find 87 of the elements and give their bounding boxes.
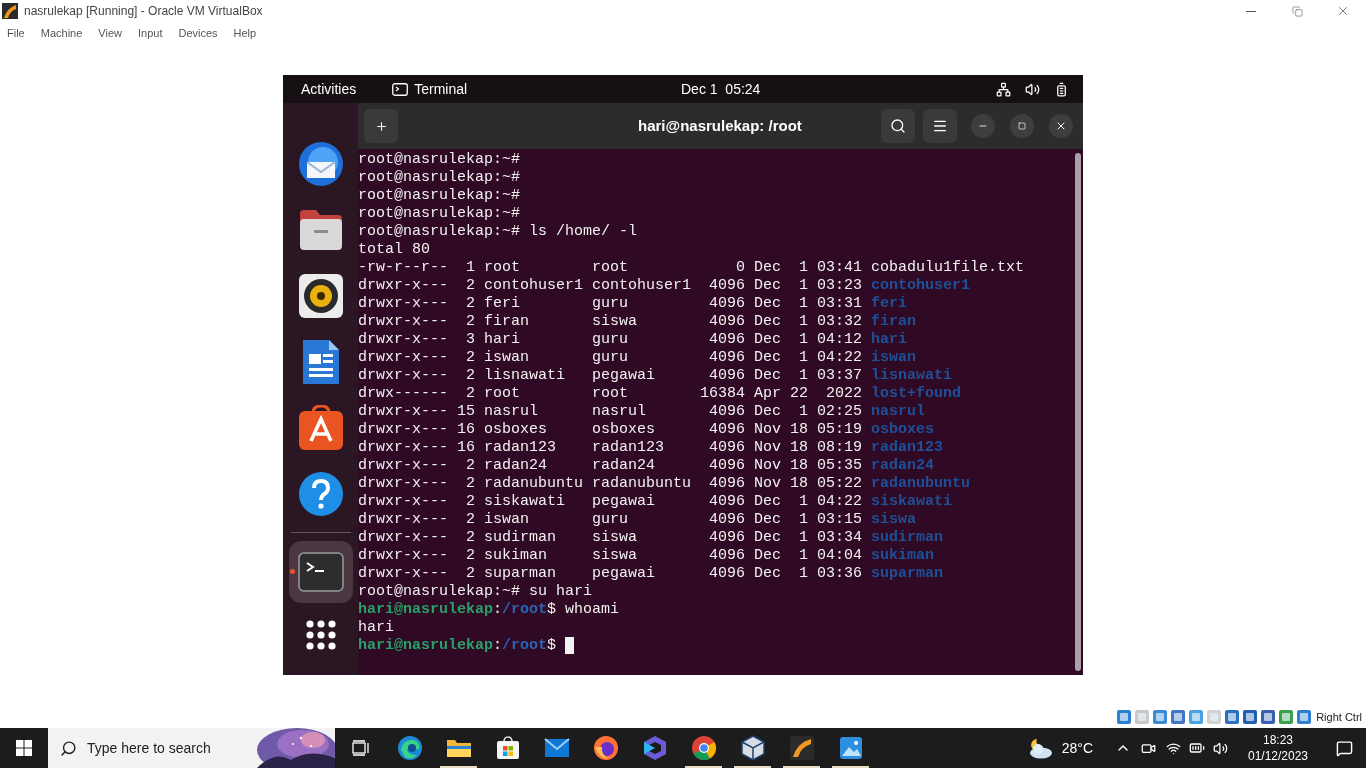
scrollbar[interactable]: [1075, 153, 1081, 671]
terminal-line: total 80: [358, 241, 430, 259]
activities-button[interactable]: Activities: [301, 78, 357, 100]
task-view-icon: [352, 740, 370, 756]
menu-item[interactable]: Machine: [40, 24, 83, 42]
terminal-line: -rw-r--r-- 1 root root 0 Dec 1 03:41 cobadulu1file.txt: [358, 259, 1025, 277]
mountain-image-icon: [838, 736, 863, 760]
wifi-icon[interactable]: [1166, 740, 1181, 756]
terminal-line: root@nasrulekap:~#: [358, 187, 521, 205]
search-icon: [890, 118, 906, 134]
close-icon: [1055, 120, 1067, 132]
terminal-line: drwxr-x--- 2 firan siswa 4096 Dec 1 03:32 firan: [358, 313, 917, 331]
speaker-icon: [297, 273, 344, 319]
clock[interactable]: 18:23 01/12/2023: [1238, 732, 1318, 764]
terminal-line: root@nasrulekap:~#: [358, 151, 521, 169]
search-box[interactable]: Type here to search: [48, 728, 335, 768]
envelope-icon: [543, 738, 570, 758]
menu-item[interactable]: Help: [233, 24, 257, 42]
terminal-line: drwxr-x--- 2 sudirman siswa 4096 Dec 1 03:34 sudirman: [358, 529, 944, 547]
host-key-label: Right Ctrl: [1316, 709, 1362, 725]
terminal-line: drwxr-x--- 2 sukiman siswa 4096 Dec 1 04:04 sukiman: [358, 547, 935, 565]
clock[interactable]: Dec 1 05:24: [681, 78, 761, 100]
windows-logo-icon: [16, 740, 32, 756]
shopping-bag-icon: [297, 405, 344, 451]
terminal-line: drwxr-x--- 2 suparman pegawai 4096 Dec 1 03:36 suparman: [358, 565, 944, 583]
terminal-line: drwxr-x--- 2 radan24 radan24 4096 Nov 18 05:35 radan24: [358, 457, 935, 475]
minimize-button[interactable]: [971, 114, 995, 138]
maximize-icon: [1018, 122, 1026, 130]
terminal-line: drwxr-x--- 2 iswan guru 4096 Dec 1 03:15 siswa: [358, 511, 917, 529]
terminal-line: drwxr-x--- 2 iswan guru 4096 Dec 1 04:22 iswan: [358, 349, 917, 367]
menu-item[interactable]: Input: [137, 24, 163, 42]
date: 01/12/2023: [1247, 748, 1309, 764]
terminal-line: drwxr-x--- 15 nasrul nasrul 4096 Dec 1 02:25 nasrul: [358, 403, 926, 421]
terminal-line: drwxr-x--- 2 siskawati pegawai 4096 Dec 1 04:22 siskawati: [358, 493, 953, 511]
search-icon: [60, 739, 77, 757]
terminal-line: drwxr-x--- 2 feri guru 4096 Dec 1 03:31 feri: [358, 295, 908, 313]
notification-icon: [1335, 739, 1353, 757]
cube-icon: [740, 735, 765, 761]
menu-button[interactable]: [923, 109, 957, 143]
search-button[interactable]: [881, 109, 915, 143]
terminal-icon: [297, 552, 344, 592]
terminal-line: drwxr-x--- 2 contohuser1 contohuser1 4096 Dec 1 03:23 contohuser1: [358, 277, 971, 295]
terminal-line: drwxr-x--- 16 osboxes osboxes 4096 Nov 18 05:19 osboxes: [358, 421, 935, 439]
plus-icon: [374, 119, 388, 133]
terminal-line: drwx------ 2 root root 16384 Apr 22 2022 lost+found: [358, 385, 962, 403]
app-menu[interactable]: Terminal: [414, 78, 468, 100]
terminal-line: hari@nasrulekap:/root$: [358, 637, 558, 655]
menu-item[interactable]: View: [98, 24, 122, 42]
folder-icon: [297, 208, 344, 252]
close-button[interactable]: [1049, 114, 1073, 138]
shopping-bag-icon: [495, 736, 520, 760]
terminal-line: root@nasrulekap:~# su hari: [358, 583, 593, 601]
battery-icon[interactable]: [1189, 740, 1205, 756]
swirl-icon: [396, 735, 423, 761]
swoosh-icon: [788, 735, 815, 761]
menu-icon: [932, 118, 948, 134]
window-title: hari@nasrulekap: /root: [638, 115, 802, 136]
hexagon-icon: [642, 735, 667, 761]
terminal-line: hari@nasrulekap:/root$ whoami: [358, 601, 620, 619]
window-title: nasrulekap [Running] - Oracle VM VirtualBox: [24, 3, 263, 20]
terminal-line: drwxr-x--- 16 radan123 radan123 4096 Nov 18 08:19 radan123: [358, 439, 944, 457]
restore-icon: [1291, 5, 1303, 17]
help-icon: [297, 471, 344, 517]
terminal-line: hari: [358, 619, 394, 637]
folder-icon: [445, 737, 472, 759]
minimize-icon: [1246, 10, 1256, 12]
time: 18:23: [1263, 732, 1293, 748]
menu-item[interactable]: File: [7, 24, 25, 42]
search-placeholder: Type here to search: [87, 738, 211, 758]
terminal-line: drwxr-x--- 2 lisnawati pegawai 4096 Dec 1 03:37 lisnawati: [358, 367, 953, 385]
terminal-icon: [392, 82, 409, 96]
temperature[interactable]: 28°C: [1061, 737, 1093, 759]
menu-item[interactable]: Devices: [178, 24, 218, 42]
maximize-button[interactable]: [1010, 114, 1034, 138]
battery-icon[interactable]: [1054, 81, 1069, 97]
app-grid-icon[interactable]: [304, 619, 337, 651]
terminal-line: root@nasrulekap:~#: [358, 169, 521, 187]
chrome-icon: [690, 735, 717, 761]
terminal-line: drwxr-x--- 2 radanubuntu radanubuntu 4096 Nov 18 05:22 radanubuntu: [358, 475, 971, 493]
terminal-line: root@nasrulekap:~#: [358, 205, 521, 223]
terminal-line: root@nasrulekap:~# ls /home/ -l: [358, 223, 638, 241]
close-icon: [1336, 4, 1350, 18]
volume-icon[interactable]: [1213, 740, 1228, 756]
volume-icon[interactable]: [1025, 81, 1040, 97]
document-icon: [300, 338, 341, 386]
terminal-line: drwxr-x--- 3 hari guru 4096 Dec 1 04:12 hari: [358, 331, 908, 349]
app-icon: [2, 3, 18, 19]
